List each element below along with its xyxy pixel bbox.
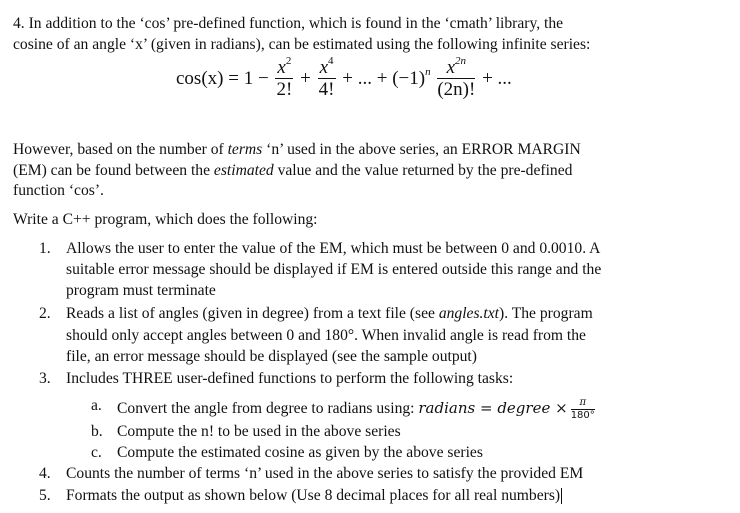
- term-x2-over-2fact: x2 2!: [275, 55, 294, 100]
- however-line-3: function ‘cos’.: [13, 182, 104, 199]
- formula-lhs: cos(x) = 1 −: [176, 67, 269, 89]
- write-instruction: Write a C++ program, which does the foll…: [13, 211, 318, 228]
- text-cursor: [561, 488, 563, 505]
- intro-line-1: 4. In addition to the ‘cos’ pre-defined …: [13, 15, 564, 32]
- pi-over-180-fraction: π 180°: [570, 397, 595, 421]
- term-general: x2n (2n)!: [437, 55, 476, 100]
- term-x4-over-4fact: x4 4!: [317, 55, 336, 100]
- cosine-series-formula: cos(x) = 1 − x2 2! + x4 4! + ... + (−1)n…: [176, 55, 512, 101]
- however-line-2: (EM) can be found between the estimated …: [13, 162, 573, 179]
- however-line-1: However, based on the number of terms ‘n…: [13, 141, 581, 158]
- intro-line-2: cosine of an angle ‘x’ (given in radians…: [13, 36, 591, 53]
